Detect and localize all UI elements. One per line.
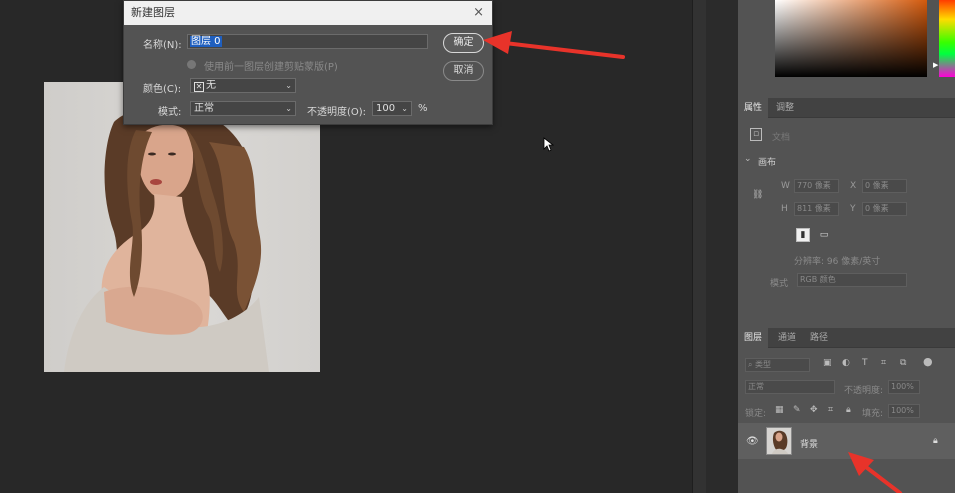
fill-label: 填充: xyxy=(862,409,884,419)
layer-name[interactable]: 背景 xyxy=(800,437,818,450)
shape-filter-icon[interactable]: ⌗ xyxy=(881,358,886,368)
eye-icon[interactable]: 👁︎ xyxy=(746,436,759,447)
opacity-label: 不透明度(O): xyxy=(307,107,367,118)
landscape-orientation-icon[interactable]: ▭ xyxy=(817,228,831,242)
color-mode-label: 模式 xyxy=(770,279,789,289)
canvas-section-label: 画布 xyxy=(758,158,777,168)
tab-properties[interactable]: 属性 xyxy=(738,98,769,118)
hue-slider[interactable] xyxy=(939,0,955,77)
layer-opacity-label: 不透明度: xyxy=(844,386,884,396)
panel-divider xyxy=(692,0,706,493)
width-field[interactable]: 770 像素 xyxy=(794,179,839,193)
resolution-text: 分辨率: 96 像素/英寸 xyxy=(794,257,881,267)
chevron-down-icon: ⌄ xyxy=(285,104,292,113)
portrait-orientation-icon[interactable]: ▮ xyxy=(796,228,810,242)
tab-paths[interactable]: 路径 xyxy=(804,328,834,348)
fill-field[interactable]: 100% xyxy=(888,404,920,418)
height-field[interactable]: 811 像素 xyxy=(794,202,839,216)
layer-lock-icon: 🔒︎ xyxy=(933,436,938,446)
document-icon: ▫ xyxy=(750,128,762,141)
properties-tabbar: 属性 调整 xyxy=(738,98,955,118)
canvas-photo xyxy=(44,82,320,372)
tab-layers[interactable]: 图层 xyxy=(738,328,769,348)
chevron-down-icon[interactable]: ⌄ xyxy=(744,154,752,164)
clip-mask-checkbox[interactable] xyxy=(187,60,196,69)
chevron-down-icon: ⌄ xyxy=(401,104,408,113)
tab-adjustments[interactable]: 调整 xyxy=(770,98,800,118)
arrow-to-ok-button xyxy=(483,31,625,59)
type-filter-icon[interactable]: T xyxy=(862,358,868,368)
lock-pixels-icon[interactable]: ✎ xyxy=(793,405,801,415)
layers-tabbar: 图层 通道 路径 xyxy=(738,328,955,348)
search-icon: ⌕ xyxy=(748,360,756,369)
dialog-titlebar: 新建图层 × xyxy=(124,1,492,25)
x-field[interactable]: 0 像素 xyxy=(862,179,907,193)
chevron-down-icon: ⌄ xyxy=(285,81,292,90)
opacity-unit: % xyxy=(418,103,428,114)
no-color-icon: ✕ xyxy=(194,82,204,92)
layer-filter-select[interactable]: ⌕ 类型 xyxy=(745,358,810,372)
link-icon[interactable]: ⛓ xyxy=(752,190,763,200)
name-label: 名称(N): xyxy=(143,40,182,51)
y-label: Y xyxy=(850,204,856,214)
ok-button[interactable]: 确定 xyxy=(443,33,484,53)
layer-name-value: 图层 0 xyxy=(190,36,222,47)
h-label: H xyxy=(781,204,788,214)
image-filter-icon[interactable]: ▣ xyxy=(823,358,832,368)
color-mode-select[interactable]: RGB 颜色 xyxy=(797,273,907,287)
new-layer-dialog: 新建图层 × 名称(N): 图层 0 确定 取消 使用前一图层创建剪贴蒙版(P)… xyxy=(123,0,493,125)
color-select[interactable]: ✕ 无 ⌄ xyxy=(190,78,296,93)
w-label: W xyxy=(781,181,790,191)
dialog-title: 新建图层 xyxy=(131,6,175,19)
x-label: X xyxy=(850,181,857,191)
clip-mask-label: 使用前一图层创建剪贴蒙版(P) xyxy=(204,62,338,73)
mode-select[interactable]: 正常 ⌄ xyxy=(190,101,296,116)
document-label: 文档 xyxy=(772,133,791,143)
tab-channels[interactable]: 通道 xyxy=(772,328,802,348)
layer-filter-value: 类型 xyxy=(755,360,772,369)
cancel-button[interactable]: 取消 xyxy=(443,61,484,81)
color-picker-field[interactable] xyxy=(775,0,927,77)
lock-transparent-icon[interactable]: ▦ xyxy=(775,405,784,415)
y-field[interactable]: 0 像素 xyxy=(862,202,907,216)
layer-opacity-field[interactable]: 100% xyxy=(888,380,920,394)
lock-artboard-icon[interactable]: ⌗ xyxy=(828,405,833,415)
hue-marker-icon[interactable]: ▶ xyxy=(933,61,938,69)
adjustment-filter-icon[interactable]: ◐ xyxy=(842,358,850,368)
color-value: 无 xyxy=(206,80,216,91)
lock-all-icon[interactable]: 🔒︎ xyxy=(846,405,851,415)
opacity-value: 100 xyxy=(376,103,396,114)
mode-label: 模式: xyxy=(158,107,182,118)
layer-name-input[interactable]: 图层 0 xyxy=(187,34,428,49)
smart-object-filter-icon[interactable]: ⧉ xyxy=(900,358,906,368)
layer-thumbnail xyxy=(766,427,792,455)
color-label: 颜色(C): xyxy=(143,84,182,95)
lock-position-icon[interactable]: ✥ xyxy=(810,405,818,415)
close-icon[interactable]: × xyxy=(473,1,484,25)
lock-label: 锁定: xyxy=(745,409,767,419)
cursor-icon xyxy=(543,137,555,152)
blend-mode-select[interactable]: 正常 xyxy=(745,380,835,394)
opacity-input[interactable]: 100 ⌄ xyxy=(372,101,412,116)
filter-toggle-icon[interactable]: ● xyxy=(923,355,933,368)
mode-value: 正常 xyxy=(194,103,214,114)
